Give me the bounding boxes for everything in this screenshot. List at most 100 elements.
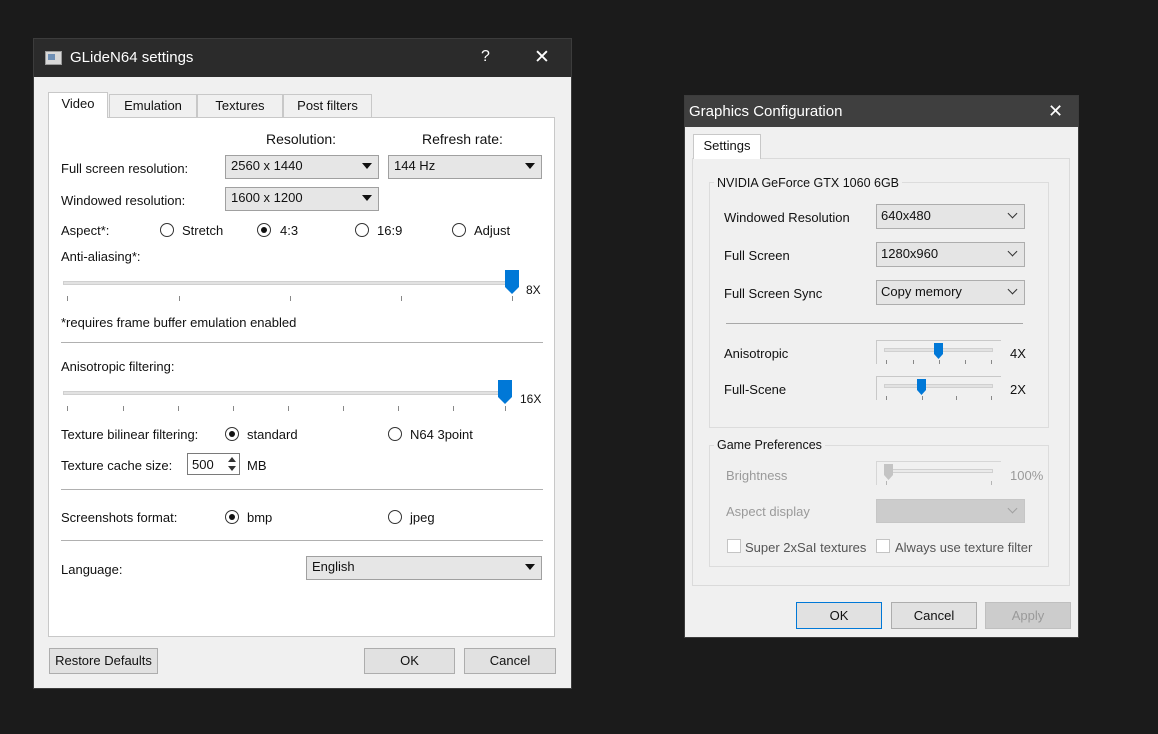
bilinear-standard-label: standard (247, 427, 298, 442)
dropdown-arrow-icon (362, 195, 372, 201)
spin-down-icon[interactable] (228, 466, 236, 471)
anisotropic-value: 4X (1010, 346, 1026, 361)
tab-post-filters[interactable]: Post filters (283, 94, 372, 117)
refresh-rate-select[interactable]: 144 Hz (388, 155, 542, 179)
screenshot-jpeg-label: jpeg (410, 510, 435, 525)
close-icon[interactable]: ✕ (1048, 101, 1063, 122)
super-2xsai-checkbox (727, 539, 741, 553)
full-screen-value: 1280x960 (881, 246, 939, 261)
refresh-rate-header: Refresh rate: (422, 131, 503, 147)
aspect-4-3-label: 4:3 (280, 223, 299, 238)
brightness-slider-thumb (884, 464, 893, 480)
aspect-stretch-radio[interactable] (160, 223, 174, 237)
refresh-rate-value: 144 Hz (394, 158, 436, 173)
aspect-stretch-label: Stretch (182, 223, 224, 238)
full-screen-select[interactable]: 1280x960 (876, 242, 1025, 267)
screenshot-bmp-radio[interactable] (225, 510, 239, 524)
full-scene-value: 2X (1010, 382, 1026, 397)
texture-cache-value: 500 (192, 457, 214, 472)
screenshots-format-label: Screenshots format: (61, 510, 178, 525)
windowed-resolution-value: 1600 x 1200 (231, 190, 303, 205)
aspect-label: Aspect*: (61, 223, 110, 238)
aspect-adjust-label: Adjust (474, 223, 511, 238)
anisotropic-value: 16X (520, 392, 542, 406)
fullscreen-resolution-value: 2560 x 1440 (231, 158, 303, 173)
bilinear-n64-3point-radio[interactable] (388, 427, 402, 441)
chevron-down-icon (1007, 503, 1018, 514)
ok-button[interactable]: OK (364, 648, 455, 674)
texture-cache-spinbox[interactable]: 500 (187, 453, 240, 475)
full-screen-sync-value: Copy memory (881, 284, 962, 299)
app-icon (45, 51, 62, 65)
dropdown-arrow-icon (525, 564, 535, 570)
brightness-label: Brightness (726, 468, 788, 483)
close-icon[interactable]: ✕ (534, 46, 550, 69)
aspect-16-9-radio[interactable] (355, 223, 369, 237)
divider (726, 323, 1023, 324)
tab-video[interactable]: Video (48, 92, 108, 118)
gliden64-titlebar[interactable]: GLideN64 settings ? ✕ (34, 39, 571, 77)
windowed-resolution-select[interactable]: 1600 x 1200 (225, 187, 379, 211)
anisotropic-slider-track[interactable] (63, 391, 508, 395)
fullscreen-resolution-select[interactable]: 2560 x 1440 (225, 155, 379, 179)
divider (61, 489, 543, 490)
tab-emulation[interactable]: Emulation (109, 94, 197, 117)
apply-button: Apply (985, 602, 1071, 629)
fullscreen-resolution-label: Full screen resolution: (61, 161, 189, 176)
full-scene-slider[interactable] (876, 376, 1001, 400)
texture-filter-label: Always use texture filter (895, 540, 1033, 555)
graphics-config-titlebar[interactable]: Graphics Configuration ✕ (685, 96, 1078, 127)
aspect-display-select (876, 499, 1025, 523)
bilinear-standard-radio[interactable] (225, 427, 239, 441)
tab-textures[interactable]: Textures (197, 94, 283, 117)
aspect-4-3-radio[interactable] (257, 223, 271, 237)
full-screen-sync-label: Full Screen Sync (724, 286, 823, 301)
dropdown-arrow-icon (362, 163, 372, 169)
tab-settings[interactable]: Settings (693, 134, 761, 159)
language-select[interactable]: English (306, 556, 542, 580)
restore-defaults-button[interactable]: Restore Defaults (49, 648, 158, 674)
full-scene-slider-thumb[interactable] (917, 379, 926, 395)
graphics-configuration-window: Graphics Configuration ✕ Settings NVIDIA… (684, 95, 1079, 638)
dropdown-arrow-icon (525, 163, 535, 169)
aspect-adjust-radio[interactable] (452, 223, 466, 237)
antialiasing-label: Anti-aliasing*: (61, 249, 141, 264)
brightness-slider (876, 461, 1001, 485)
chevron-down-icon (1007, 284, 1018, 295)
gliden64-title: GLideN64 settings (70, 49, 194, 66)
aspect-display-label: Aspect display (726, 504, 810, 519)
anisotropic-slider-thumb[interactable] (498, 380, 512, 404)
spin-up-icon[interactable] (228, 457, 236, 462)
texture-cache-label: Texture cache size: (61, 458, 173, 473)
language-label: Language: (61, 562, 123, 577)
anisotropic-label: Anisotropic (724, 346, 789, 361)
help-icon[interactable]: ? (481, 48, 490, 66)
cancel-button[interactable]: Cancel (464, 648, 556, 674)
chevron-down-icon (1007, 246, 1018, 257)
antialiasing-slider-thumb[interactable] (505, 270, 519, 294)
aspect-16-9-label: 16:9 (377, 223, 403, 238)
full-scene-slider-track[interactable] (884, 384, 993, 388)
antialiasing-value: 8X (526, 283, 541, 297)
chevron-down-icon (1007, 208, 1018, 219)
windowed-resolution-value: 640x480 (881, 208, 931, 223)
language-value: English (312, 559, 355, 574)
antialiasing-slider-track[interactable] (63, 281, 515, 285)
gliden64-settings-window: GLideN64 settings ? ✕ Video Emulation Te… (33, 38, 572, 689)
windowed-resolution-select[interactable]: 640x480 (876, 204, 1025, 229)
brightness-slider-track (884, 469, 993, 473)
graphics-config-title: Graphics Configuration (689, 103, 843, 120)
windowed-resolution-label: Windowed resolution: (61, 193, 186, 208)
full-screen-sync-select[interactable]: Copy memory (876, 280, 1025, 305)
divider (61, 540, 543, 541)
anisotropic-slider-thumb[interactable] (934, 343, 943, 359)
bilinear-filtering-label: Texture bilinear filtering: (61, 427, 199, 442)
windowed-resolution-label: Windowed Resolution (724, 210, 850, 225)
anisotropic-filtering-label: Anisotropic filtering: (61, 359, 175, 374)
screenshot-jpeg-radio[interactable] (388, 510, 402, 524)
ok-button[interactable]: OK (796, 602, 882, 629)
full-screen-label: Full Screen (724, 248, 790, 263)
cancel-button[interactable]: Cancel (891, 602, 977, 629)
texture-cache-unit: MB (247, 458, 267, 473)
frame-buffer-note: *requires frame buffer emulation enabled (61, 315, 297, 330)
